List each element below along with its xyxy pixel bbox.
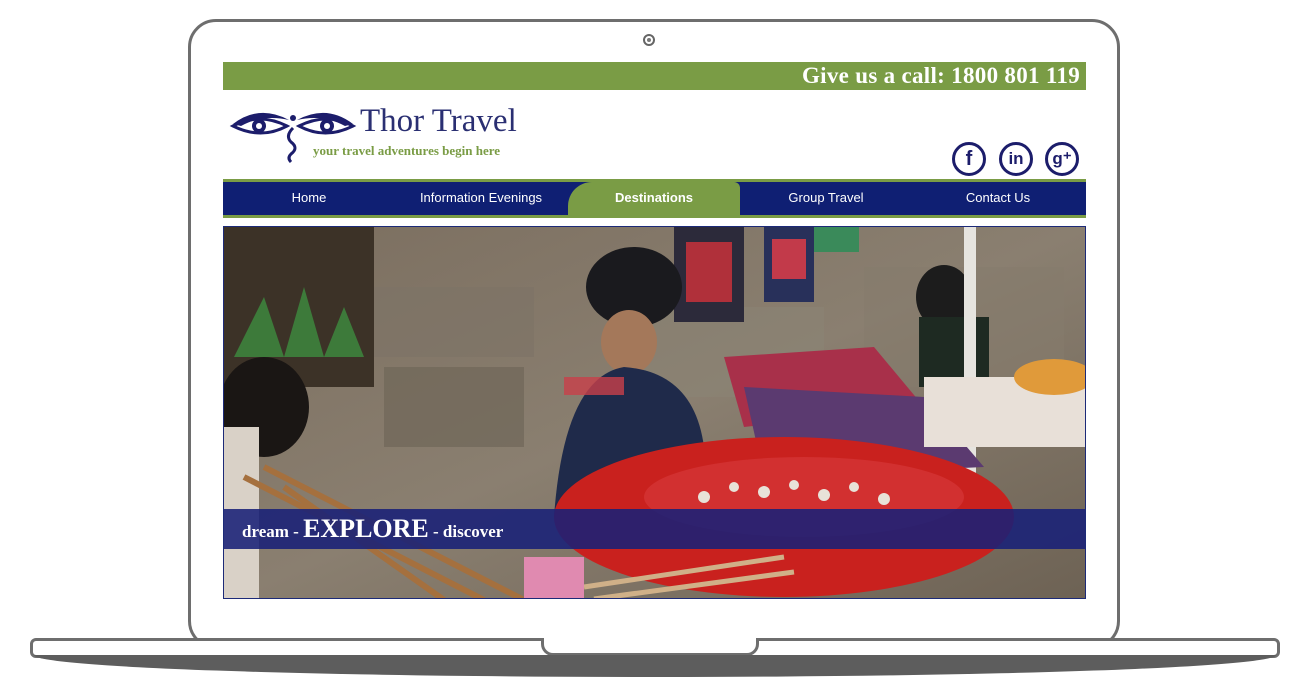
nav-item-group-travel[interactable]: Group Travel: [740, 182, 912, 215]
facebook-glyph: f: [965, 148, 973, 170]
hero-tagline: dream - EXPLORE - discover: [242, 514, 503, 544]
laptop-base-shadow: [34, 655, 1276, 677]
google-plus-icon[interactable]: g⁺: [1045, 142, 1079, 176]
tagline-discover: - discover: [428, 522, 504, 541]
nav-item-home[interactable]: Home: [223, 182, 395, 215]
nav-item-destinations[interactable]: Destinations: [568, 182, 740, 215]
linkedin-icon[interactable]: in: [999, 142, 1033, 176]
brand-tagline: your travel adventures begin here: [313, 143, 501, 158]
facebook-icon[interactable]: f: [952, 142, 986, 176]
main-nav: Home Information Evenings Destinations G…: [223, 182, 1086, 215]
site-header: Thor Travel your travel adventures begin…: [223, 90, 1086, 180]
nav-item-contact-us[interactable]: Contact Us: [912, 182, 1084, 215]
tagline-dream: dream -: [242, 522, 304, 541]
webcam-icon: [643, 34, 655, 46]
call-bar: Give us a call: 1800 801 119: [223, 62, 1086, 90]
google-plus-glyph: g⁺: [1052, 149, 1072, 168]
nav-divider-bottom: [223, 215, 1086, 218]
nav-item-information-evenings[interactable]: Information Evenings: [395, 182, 567, 215]
tagline-explore: EXPLORE: [303, 514, 429, 543]
brand-name[interactable]: Thor Travel: [360, 103, 517, 140]
linkedin-glyph: in: [1008, 149, 1024, 168]
website-screen: Give us a call: 1800 801 119 Thor Travel…: [223, 62, 1086, 600]
hero-image: dream - EXPLORE - discover: [223, 226, 1086, 599]
phone-call-text[interactable]: Give us a call: 1800 801 119: [802, 63, 1080, 89]
laptop-notch: [541, 638, 759, 656]
